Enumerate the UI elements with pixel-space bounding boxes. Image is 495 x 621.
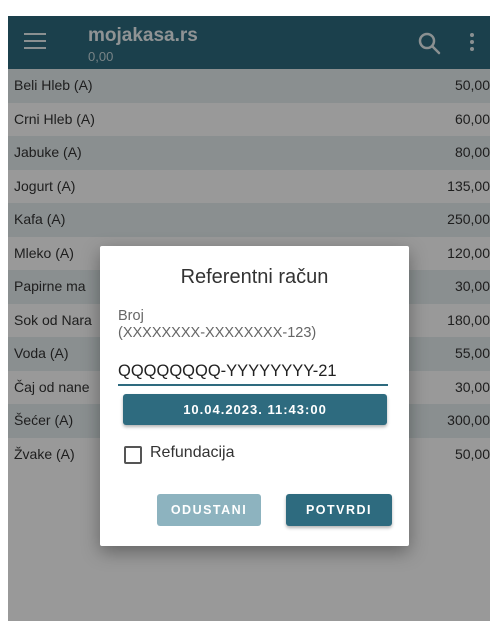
reference-receipt-dialog: Referentni račun Broj (XXXXXXXX-XXXXXXXX…: [100, 246, 409, 546]
refund-label[interactable]: Refundacija: [150, 444, 235, 462]
label-line-2: (XXXXXXXX-XXXXXXXX-123): [118, 325, 317, 341]
confirm-button[interactable]: POTVRDI: [286, 494, 392, 526]
receipt-number-label: Broj (XXXXXXXX-XXXXXXXX-123): [118, 308, 398, 342]
refund-checkbox[interactable]: [124, 446, 142, 464]
dialog-title: Referentni račun: [180, 266, 329, 288]
app-screen: mojakasa.rs 0,00 Beli Hleb (A) 50,00 Crni…: [8, 16, 490, 621]
cancel-button[interactable]: ODUSTANI: [157, 494, 261, 526]
label-line-1: Broj: [118, 308, 144, 324]
datetime-button[interactable]: 10.04.2023. 11:43:00: [123, 394, 387, 425]
receipt-number-input[interactable]: [118, 358, 388, 386]
